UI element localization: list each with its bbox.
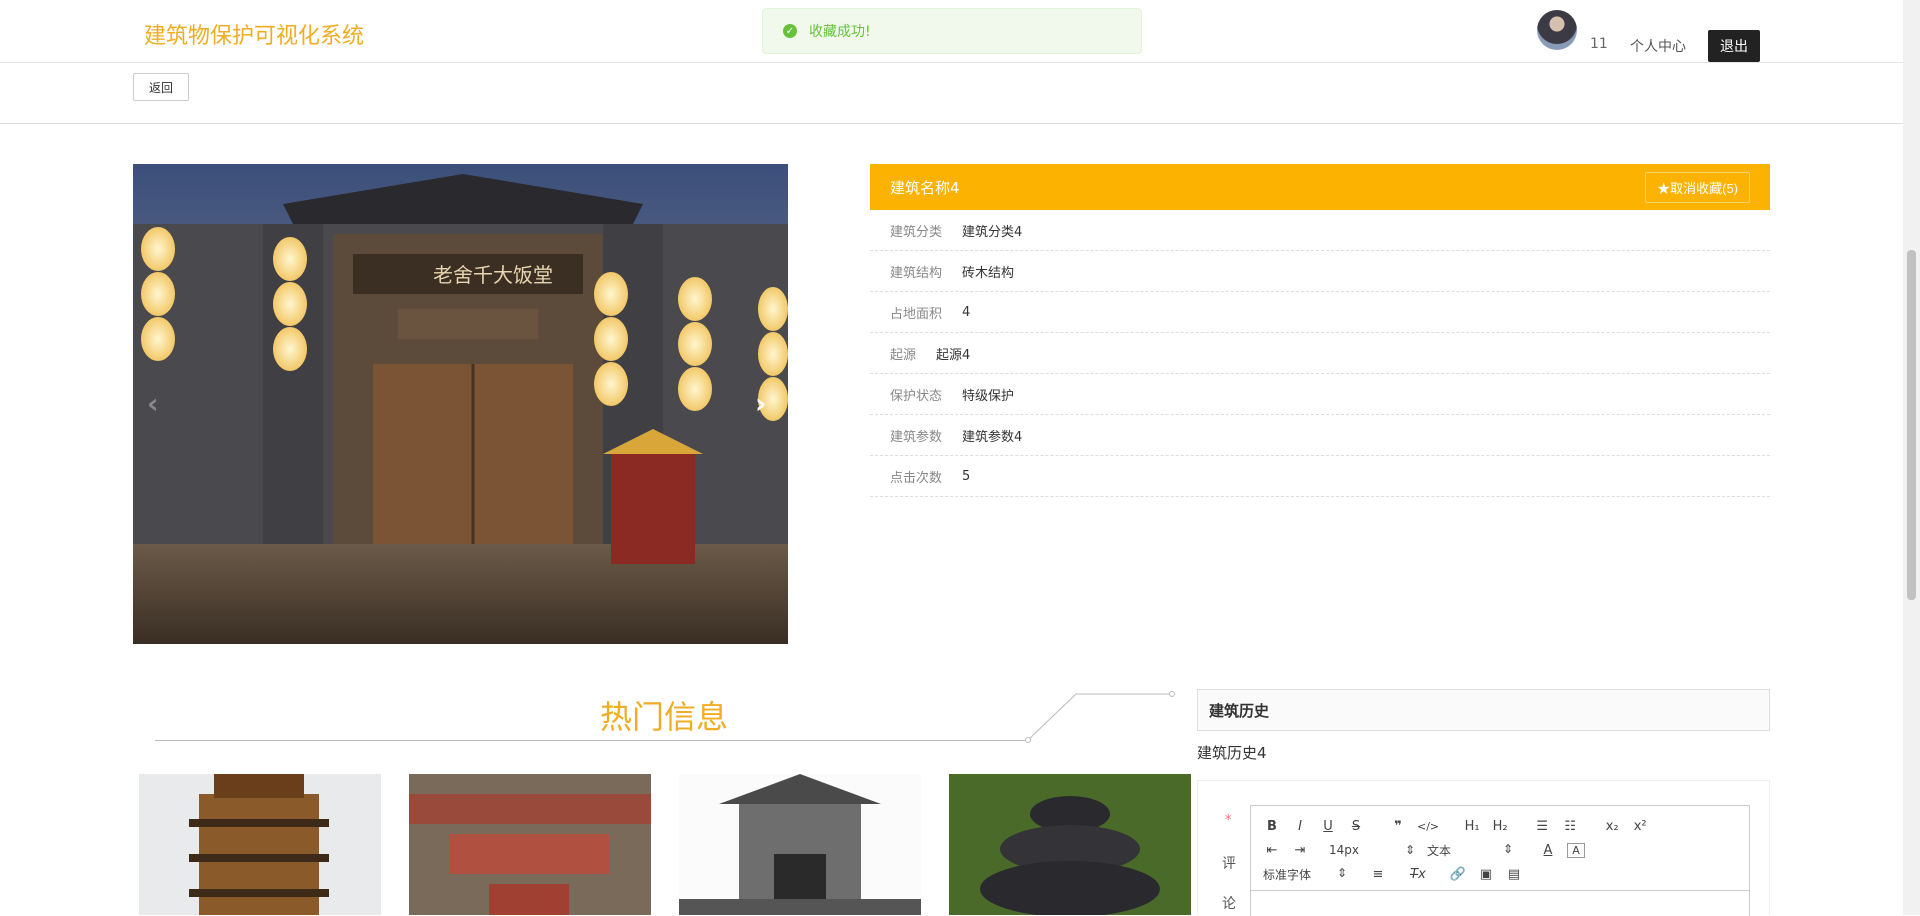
text-color-icon[interactable]: A	[1539, 843, 1557, 858]
chevron-right-icon[interactable]: ›	[755, 387, 767, 420]
scrollbar-thumb[interactable]	[1907, 250, 1916, 600]
heading-1-icon[interactable]: H₁	[1463, 819, 1481, 834]
info-label: 占地面积	[890, 306, 943, 322]
chevron-left-icon[interactable]: ‹	[147, 387, 159, 420]
back-bar: 返回	[0, 63, 1903, 124]
font-family-value: 标准字体	[1263, 867, 1312, 882]
font-family-select[interactable]: 标准字体 ⇕	[1263, 866, 1347, 883]
hot-item-image[interactable]	[949, 774, 1191, 915]
info-label: 起源	[890, 347, 917, 363]
outdent-icon[interactable]: ⇤	[1263, 843, 1281, 858]
hot-info-divider	[155, 740, 1027, 741]
comment-label-char: 评	[1222, 856, 1236, 872]
top-header: 建筑物保护可视化系统 ✓ 收藏成功! 11 个人中心 退出	[0, 0, 1903, 63]
indent-icon[interactable]: ⇥	[1291, 843, 1309, 858]
history-header: 建筑历史	[1197, 689, 1770, 731]
code-block-icon[interactable]: </>	[1417, 820, 1439, 833]
decorative-line	[1025, 691, 1175, 743]
comment-form: * 评 论 B I U S ❞ </> H₁ H₂ ☰ ☷ x₂ x² ⇤ ⇥ …	[1197, 780, 1770, 916]
info-row: 建筑参数 建筑参数4	[870, 415, 1770, 456]
avatar[interactable]	[1537, 10, 1577, 50]
info-row: 起源 起源4	[870, 333, 1770, 374]
select-arrow-icon: ⇕	[1502, 841, 1513, 856]
editor-toolbar-row-1: B I U S ❞ </> H₁ H₂ ☰ ☷ x₂ x²	[1263, 816, 1659, 836]
hot-item-image[interactable]	[679, 774, 921, 915]
rich-text-editor[interactable]: B I U S ❞ </> H₁ H₂ ☰ ☷ x₂ x² ⇤ ⇥ 14px ⇕…	[1250, 805, 1750, 916]
image-icon[interactable]: ▣	[1477, 867, 1495, 882]
info-value: 砖木结构	[962, 265, 1015, 281]
info-header: 建筑名称4 ★取消收藏(5)	[870, 164, 1770, 210]
font-size-value: 14px	[1329, 843, 1359, 857]
font-size-select[interactable]: 14px ⇕	[1329, 843, 1415, 857]
info-label: 点击次数	[890, 470, 943, 486]
text-type-value: 文本	[1427, 843, 1452, 858]
info-value: 建筑参数4	[962, 429, 1023, 445]
personal-center-link[interactable]: 个人中心	[1630, 36, 1686, 56]
user-name: 11	[1590, 36, 1608, 52]
carousel-signboard: 老舍千大饭堂	[433, 263, 553, 287]
info-label: 建筑参数	[890, 429, 943, 445]
toast-message: 收藏成功!	[809, 24, 871, 40]
info-row: 建筑分类 建筑分类4	[870, 210, 1770, 251]
info-label: 建筑分类	[890, 224, 943, 240]
bullet-list-icon[interactable]: ☷	[1561, 819, 1579, 834]
blockquote-icon[interactable]: ❞	[1389, 819, 1407, 834]
text-type-select[interactable]: 文本 ⇕	[1427, 842, 1513, 859]
required-mark: *	[1225, 813, 1232, 828]
info-label: 建筑结构	[890, 265, 943, 281]
info-value: 4	[962, 304, 971, 320]
check-circle-icon: ✓	[783, 24, 797, 38]
hot-item-image[interactable]	[409, 774, 651, 915]
hot-info-title: 热门信息	[600, 698, 729, 736]
strikethrough-icon[interactable]: S	[1347, 819, 1365, 834]
info-value: 5	[962, 468, 971, 484]
align-icon[interactable]: ≡	[1369, 867, 1387, 882]
logout-button[interactable]: 退出	[1708, 30, 1760, 62]
image-carousel[interactable]: 老舍千大饭堂 ‹ ›	[133, 164, 788, 644]
info-label: 保护状态	[890, 388, 943, 404]
info-row: 建筑结构 砖木结构	[870, 251, 1770, 292]
page-scrollbar[interactable]	[1903, 0, 1920, 915]
heading-2-icon[interactable]: H₂	[1491, 819, 1509, 834]
info-row: 占地面积 4	[870, 292, 1770, 333]
link-icon[interactable]: 🔗	[1449, 867, 1467, 882]
select-arrow-icon: ⇕	[1336, 865, 1347, 880]
subscript-icon[interactable]: x₂	[1603, 819, 1621, 834]
history-content: 建筑历史4	[1197, 744, 1267, 762]
info-value: 起源4	[936, 347, 971, 363]
underline-icon[interactable]: U	[1319, 819, 1337, 834]
info-row: 点击次数 5	[870, 456, 1770, 497]
superscript-icon[interactable]: x²	[1631, 819, 1649, 834]
editor-divider	[1251, 890, 1749, 891]
italic-icon[interactable]: I	[1291, 819, 1309, 834]
comment-label-char: 论	[1222, 896, 1236, 912]
building-photo: 老舍千大饭堂	[133, 164, 788, 644]
info-value: 建筑分类4	[962, 224, 1023, 240]
info-row: 保护状态 特级保护	[870, 374, 1770, 415]
building-name: 建筑名称4	[890, 178, 960, 197]
success-toast: ✓ 收藏成功!	[762, 8, 1142, 54]
video-icon[interactable]: ▤	[1505, 867, 1523, 882]
back-button[interactable]: 返回	[133, 73, 189, 101]
editor-toolbar-row-3: 标准字体 ⇕ ≡ T̶x 🔗 ▣ ▤	[1263, 864, 1533, 884]
info-value: 特级保护	[962, 388, 1015, 404]
site-title[interactable]: 建筑物保护可视化系统	[144, 18, 364, 50]
clear-format-icon[interactable]: T̶x	[1409, 867, 1427, 882]
building-info-panel: 建筑名称4 ★取消收藏(5) 建筑分类 建筑分类4 建筑结构 砖木结构 占地面积…	[870, 164, 1770, 497]
unfavorite-button[interactable]: ★取消收藏(5)	[1645, 171, 1750, 203]
ordered-list-icon[interactable]: ☰	[1533, 819, 1551, 834]
background-color-icon[interactable]: A	[1567, 842, 1585, 858]
editor-toolbar-row-2: ⇤ ⇥ 14px ⇕ 文本 ⇕ A A	[1263, 840, 1595, 860]
hot-item-image[interactable]	[139, 774, 381, 915]
select-arrow-icon: ⇕	[1404, 843, 1415, 857]
bold-icon[interactable]: B	[1263, 819, 1281, 834]
